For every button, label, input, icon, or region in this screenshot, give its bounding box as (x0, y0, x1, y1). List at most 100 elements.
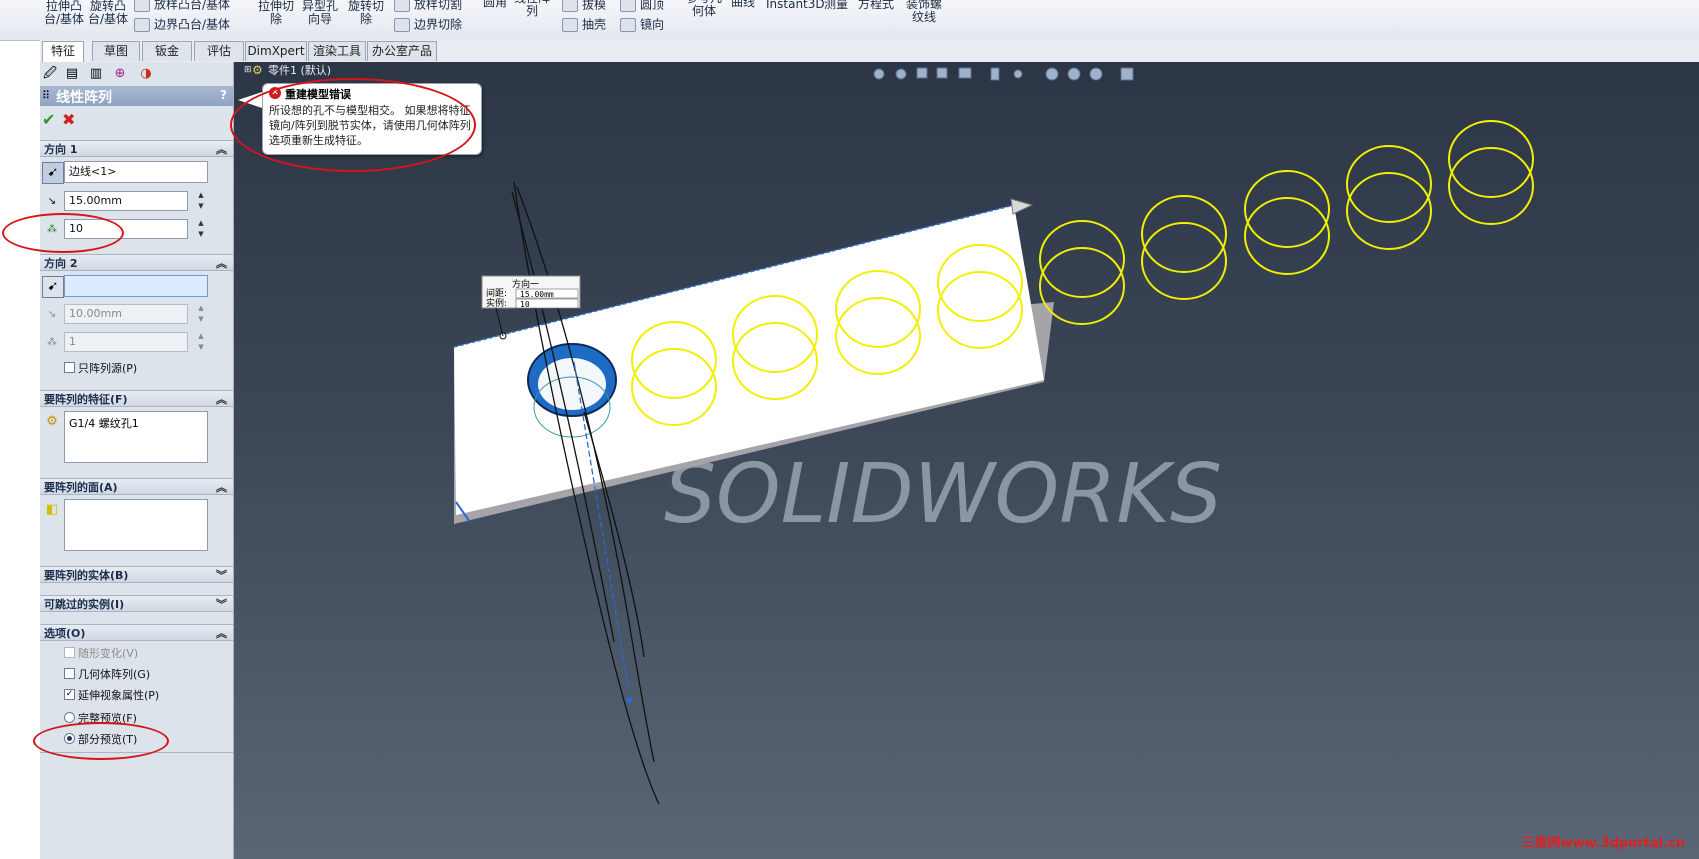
direction2-spacing-field[interactable]: 10.00mm (64, 304, 188, 324)
help-button[interactable]: ? (220, 88, 227, 102)
dim-spacing-value: 15.00mm (520, 290, 554, 299)
reverse-direction2-icon[interactable]: ➹ (42, 276, 64, 298)
curves-button[interactable]: 曲线 (728, 0, 758, 9)
features-header[interactable]: 要阵列的特征(F) ︽ (40, 390, 233, 407)
boundary-cut-button[interactable]: 边界切除 (394, 18, 462, 32)
configuration-manager-icon[interactable]: ▥ (86, 64, 106, 84)
property-manager-icon[interactable]: ▤ (62, 64, 82, 84)
skip-header[interactable]: 可跳过的实例(I) ︾ (40, 595, 233, 612)
feature-manager-icon[interactable]: 🖉 (40, 64, 60, 84)
feature-item[interactable]: G1/4 螺纹孔1 (69, 417, 139, 430)
instances2-spinner[interactable]: ▲ ▼ (195, 331, 207, 353)
faces-header[interactable]: 要阵列的面(A) ︽ (40, 478, 233, 495)
loft-cut-icon (394, 0, 410, 12)
full-preview-radio[interactable] (64, 712, 75, 723)
axis-endpoint (626, 697, 632, 703)
direction2-header[interactable]: 方向 2 ︽ (40, 254, 233, 271)
faces-list[interactable] (64, 499, 208, 551)
graphics-area[interactable]: SOLIDWORKS 方向一 间距: 15.00mm 实例: 10 ⊞ ⚙ 零件… (234, 62, 1699, 859)
dim-spacing-label: 间距: (486, 287, 507, 299)
reverse-direction-icon[interactable]: ➹ (42, 162, 64, 184)
direction-arrow-icon[interactable] (1010, 198, 1034, 215)
tab-render-tools[interactable]: 渲染工具 (308, 41, 366, 61)
cancel-button[interactable]: ✖ (62, 110, 75, 129)
previous-view-icon (916, 67, 928, 79)
pm-title: 线性阵列 (56, 90, 112, 106)
geometry-pattern-checkbox[interactable] (64, 668, 75, 679)
dimxpert-manager-icon[interactable]: ⊕ (110, 64, 130, 84)
tab-evaluate[interactable]: 评估 (194, 41, 244, 61)
display-manager-icon[interactable]: ◑ (136, 64, 156, 84)
shell-button[interactable]: 抽壳 (562, 18, 606, 32)
direction1-header[interactable]: 方向 1 ︽ (40, 140, 233, 157)
options-header[interactable]: 选项(O) ︽ (40, 624, 233, 641)
annotation-circle-callout (230, 78, 476, 172)
measure-button[interactable]: 测量 (824, 0, 848, 11)
tab-features[interactable]: 特征 (42, 41, 84, 63)
tab-office-products[interactable]: 办公室产品 (367, 41, 437, 61)
instant3d-button[interactable]: Instant3D (766, 0, 825, 11)
loft-boss-button[interactable]: 放样凸台/基体 (134, 0, 230, 12)
revolve-cut-button[interactable]: 旋转切 除 (348, 0, 384, 26)
collapse-icon: ︽ (216, 143, 227, 156)
direction2-instances-field[interactable]: 1 (64, 332, 188, 352)
monitor-icon (1120, 67, 1134, 81)
direction1-edge-field[interactable]: 边线<1> (64, 161, 208, 183)
tab-sheet-metal[interactable]: 钣金 (142, 41, 192, 61)
annotation-circle-instances (2, 213, 124, 253)
extrude-boss-button[interactable]: 拉伸凸 台/基体 (44, 0, 84, 26)
linear-pattern-icon: ⠿ (42, 89, 51, 102)
direction2-edge-field[interactable] (64, 275, 208, 297)
zoom-area-icon (895, 68, 907, 80)
solidworks-watermark: SOLIDWORKS (664, 447, 1222, 542)
spacing2-spinner[interactable]: ▲ ▼ (195, 303, 207, 325)
loft-icon (134, 0, 150, 12)
reference-geometry-button[interactable]: 参考几 何体 (684, 0, 724, 18)
expand-icon: ︾ (216, 598, 227, 611)
draft-icon (562, 0, 578, 12)
boundary-icon (134, 18, 150, 32)
mirror-icon (620, 18, 636, 32)
tab-dimxpert[interactable]: DimXpert (245, 41, 307, 61)
revolve-boss-button[interactable]: 旋转凸 台/基体 (88, 0, 128, 26)
command-manager-toolbar: 拉伸凸 台/基体 旋转凸 台/基体 放样凸台/基体 边界凸台/基体 拉伸切 除 … (0, 0, 1699, 41)
direction1-spacing-field[interactable]: 15.00mm (64, 191, 188, 211)
linear-pattern-button[interactable]: 线性阵 列 (514, 0, 550, 18)
spacing2-icon: ↘ (47, 309, 57, 320)
mirror-button[interactable]: 镜向 (620, 18, 664, 32)
feature-tree-root[interactable]: 零件1 (默认) (268, 62, 331, 78)
instances-spinner[interactable]: ▲ ▼ (195, 218, 207, 240)
pm-title-bar: ⠿ 线性阵列 ? (40, 86, 233, 106)
dim-instances-value: 10 (520, 300, 530, 309)
vary-sketch-label: 随形变化(V) (78, 647, 139, 660)
tab-sketch[interactable]: 草图 (92, 41, 140, 61)
heads-up-toolbar[interactable] (873, 67, 1134, 81)
view-settings-icon (1089, 67, 1103, 81)
cosmetic-thread-button[interactable]: 装饰螺 纹线 (904, 0, 944, 24)
tree-expander-icon[interactable]: ⊞ (244, 65, 252, 75)
boundary-boss-button[interactable]: 边界凸台/基体 (134, 18, 230, 32)
features-list[interactable]: G1/4 螺纹孔1 (64, 411, 208, 463)
zoom-fit-icon (873, 68, 885, 80)
vary-sketch-checkbox[interactable] (64, 647, 75, 658)
loft-cut-button[interactable]: 放样切割 (394, 0, 462, 12)
dim-title: 方向一 (512, 278, 539, 290)
dome-button[interactable]: 圆顶 (620, 0, 664, 12)
fillet-button[interactable]: 圆角 (480, 0, 510, 9)
ok-button[interactable]: ✔ (42, 110, 55, 129)
equations-button[interactable]: 方程式 (858, 0, 894, 11)
boundary-cut-icon (394, 18, 410, 32)
spacing-spinner[interactable]: ▲ ▼ (195, 190, 207, 212)
hole-wizard-button[interactable]: 异型孔 向导 (302, 0, 338, 26)
hide-show-icon (1013, 69, 1023, 79)
propagate-visual-label: 延伸视象属性(P) (78, 689, 160, 702)
only-seed-label: 只阵列源(P) (78, 362, 138, 375)
draft-button[interactable]: 拔模 (562, 0, 606, 12)
geometry-pattern-label: 几何体阵列(G) (78, 668, 151, 681)
command-manager-tabs: 特征 草图 钣金 评估 DimXpert 渲染工具 办公室产品 (40, 40, 1699, 63)
extrude-cut-button[interactable]: 拉伸切 除 (258, 0, 294, 26)
display-style-icon (990, 67, 1000, 81)
only-seed-checkbox[interactable] (64, 362, 75, 373)
bodies-header[interactable]: 要阵列的实体(B) ︾ (40, 566, 233, 583)
propagate-visual-checkbox[interactable]: ✓ (64, 689, 75, 700)
